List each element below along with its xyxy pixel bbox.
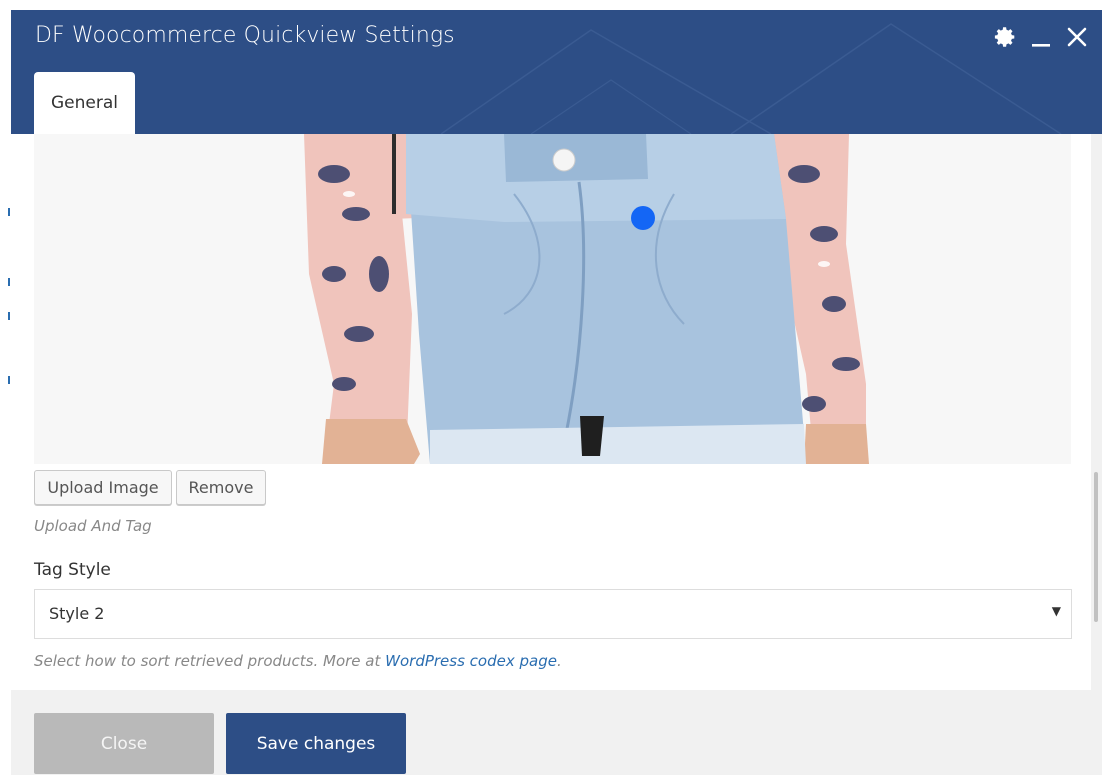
help-text-suffix: . xyxy=(556,652,562,670)
dropdown-arrow-icon: ▼ xyxy=(1051,604,1061,618)
close-button[interactable]: Close xyxy=(34,713,214,774)
modal-header: DF Woocommerce Quickview Settings Genera… xyxy=(11,10,1102,134)
minimize-icon[interactable] xyxy=(1028,24,1054,50)
upload-image-button[interactable]: Upload Image xyxy=(34,470,172,505)
header-controls xyxy=(992,24,1090,50)
scrollbar-track[interactable] xyxy=(1091,134,1102,690)
remove-image-button[interactable]: Remove xyxy=(176,470,266,505)
tag-style-help-text: Select how to sort retrieved products. M… xyxy=(34,652,562,670)
edge-mark xyxy=(8,278,10,286)
wordpress-codex-link[interactable]: WordPress codex page xyxy=(385,652,557,670)
product-photo xyxy=(304,134,869,464)
edge-mark xyxy=(8,376,10,384)
modal-body: Upload Image Remove Upload And Tag Tag S… xyxy=(11,134,1091,690)
tag-style-selected-value: Style 2 xyxy=(49,604,105,623)
tab-general[interactable]: General xyxy=(34,72,135,134)
tag-style-select[interactable]: Style 2 ▼ xyxy=(34,589,1072,639)
product-tag-marker[interactable] xyxy=(631,206,655,230)
page: DF Woocommerce Quickview Settings Genera… xyxy=(0,0,1102,775)
settings-modal: DF Woocommerce Quickview Settings Genera… xyxy=(11,10,1102,775)
modal-title: DF Woocommerce Quickview Settings xyxy=(35,23,455,48)
close-icon[interactable] xyxy=(1064,24,1090,50)
edge-mark xyxy=(8,312,10,320)
save-changes-button[interactable]: Save changes xyxy=(226,713,406,774)
upload-help-text: Upload And Tag xyxy=(34,517,152,535)
tag-style-label: Tag Style xyxy=(34,560,111,580)
help-text-prefix: Select how to sort retrieved products. M… xyxy=(34,652,386,670)
edge-mark xyxy=(8,208,10,216)
tag-image-preview[interactable] xyxy=(34,134,1071,464)
gear-icon[interactable] xyxy=(992,24,1018,50)
scrollbar-thumb[interactable] xyxy=(1094,472,1098,622)
background-page-edge xyxy=(0,0,11,775)
